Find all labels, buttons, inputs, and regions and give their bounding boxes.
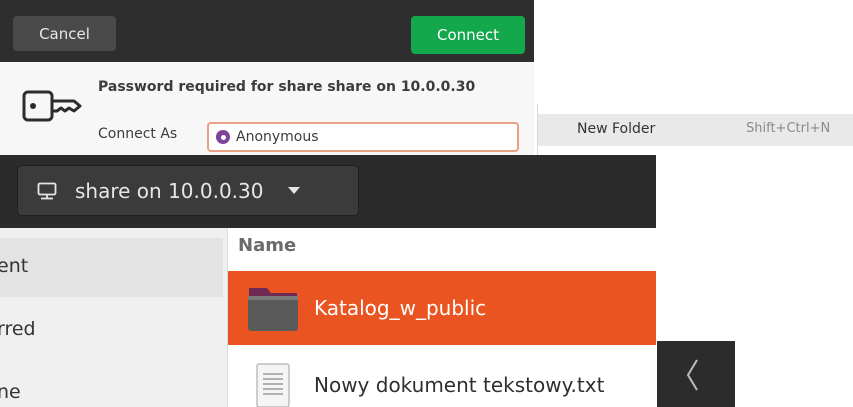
sidebar-item-label[interactable]: ent	[0, 255, 28, 277]
key-icon	[22, 90, 82, 122]
file-name[interactable]: Nowy dokument tekstowy.txt	[314, 373, 604, 397]
radio-selected-icon[interactable]	[216, 130, 230, 144]
anonymous-label: Anonymous	[236, 129, 319, 145]
sidebar-item-label[interactable]: rred	[0, 318, 36, 340]
chevron-down-icon	[287, 186, 300, 194]
dialog-title: Password required for share share on 10.…	[98, 79, 476, 95]
text-file-icon	[256, 363, 290, 407]
menu-item-shortcut: Shift+Ctrl+N	[746, 121, 831, 136]
network-drive-icon	[37, 182, 57, 199]
cancel-button[interactable]: Cancel	[13, 16, 116, 51]
folder-icon	[248, 288, 298, 331]
sidebar-item-recent[interactable]	[0, 238, 223, 297]
anonymous-radio-option[interactable]: Anonymous	[207, 122, 519, 152]
connect-button[interactable]: Connect	[411, 16, 525, 54]
location-button[interactable]: share on 10.0.0.30	[17, 165, 359, 216]
connect-as-label: Connect As	[98, 126, 178, 142]
column-header-name[interactable]: Name	[238, 235, 296, 256]
file-name: Katalog_w_public	[314, 296, 487, 320]
sidebar-item-label[interactable]: ne	[0, 381, 21, 403]
menu-item-label: New Folder	[577, 121, 656, 137]
chevron-left-icon	[686, 359, 698, 391]
location-label: share on 10.0.0.30	[75, 178, 264, 203]
